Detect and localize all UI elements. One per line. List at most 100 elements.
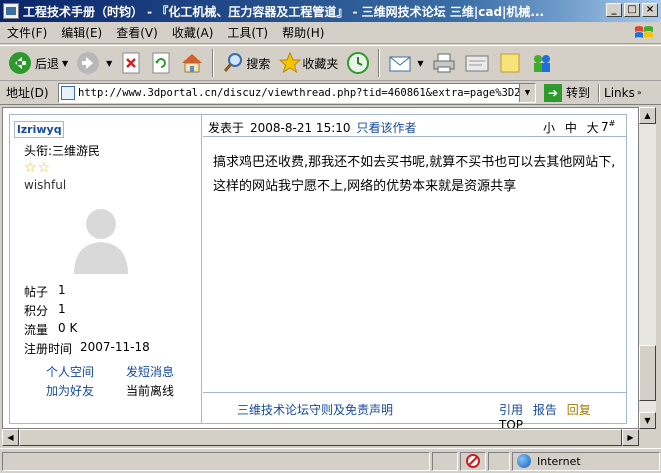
home-icon xyxy=(182,54,203,73)
quote-link[interactable]: 引用 xyxy=(499,403,523,417)
search-icon xyxy=(224,53,243,72)
back-label: 后退 xyxy=(35,56,60,71)
popup-blocked-icon xyxy=(466,454,480,468)
favorites-star-icon xyxy=(279,51,302,74)
horizontal-scroll-thumb[interactable] xyxy=(19,429,622,446)
address-bar: 地址(D) http://www.3dportal.cn/discuz/view… xyxy=(0,81,661,105)
horizontal-scrollbar[interactable]: ◀ ▶ xyxy=(2,429,639,446)
top-link[interactable]: TOP xyxy=(499,418,523,428)
font-size-switcher[interactable]: 小 中 大 xyxy=(543,119,599,136)
edit-button[interactable] xyxy=(460,48,494,78)
stat-registered-value: 2007-11-18 xyxy=(80,340,150,354)
user-rank: 头衔:三维游民 xyxy=(24,144,101,158)
home-button[interactable] xyxy=(176,48,208,78)
default-avatar-icon xyxy=(74,209,128,274)
toolbar-separator xyxy=(378,49,381,77)
status-pane xyxy=(432,451,458,471)
add-friend-link[interactable]: 加为好友 xyxy=(46,382,94,399)
mail-button[interactable]: ▼ xyxy=(384,48,427,78)
rank-stars-icon: ☆☆ xyxy=(24,160,52,176)
scroll-right-arrow-icon[interactable]: ▶ xyxy=(622,429,639,446)
scroll-down-arrow-icon[interactable]: ▼ xyxy=(639,412,656,429)
links-button[interactable]: Links xyxy=(604,86,635,100)
send-pm-link[interactable]: 发短消息 xyxy=(126,363,174,380)
user-info-panel: lzriwyq 头衔:三维游民 ☆☆ wishful 帖子 1 积分 1 流量 … xyxy=(10,115,202,423)
ie-page-icon xyxy=(3,3,19,19)
messenger-icon xyxy=(533,55,550,72)
address-dropdown-icon[interactable]: ▼ xyxy=(519,83,535,102)
forum-rules-link[interactable]: 三维技术论坛守则及免责声明 xyxy=(237,401,393,418)
status-text-pane xyxy=(2,451,430,471)
scroll-up-arrow-icon[interactable]: ▲ xyxy=(639,107,656,124)
status-pane xyxy=(460,451,486,471)
page-viewport: lzriwyq 头衔:三维游民 ☆☆ wishful 帖子 1 积分 1 流量 … xyxy=(2,107,639,429)
go-button[interactable]: ➔ 转到 xyxy=(544,83,591,102)
stat-posts-label: 帖子 xyxy=(24,285,49,299)
vertical-scrollbar[interactable]: ▲ ▼ xyxy=(639,107,656,429)
refresh-button[interactable] xyxy=(146,48,176,78)
scroll-left-arrow-icon[interactable]: ◀ xyxy=(2,429,19,446)
personal-space-link[interactable]: 个人空间 xyxy=(46,363,94,380)
post-footer: 三维技术论坛守则及免责声明 引用 报告 回复 TOP xyxy=(203,392,626,428)
maximize-button[interactable]: □ xyxy=(624,3,640,17)
author-only-link[interactable]: 只看该作者 xyxy=(357,121,417,135)
post-message: 搞求鸡巴还收费,那我还不如去买书呢,就算不买书也可以去其他网站下,这样的网站我宁… xyxy=(213,155,616,194)
reply-link[interactable]: 回复 xyxy=(567,403,591,417)
discuss-button[interactable] xyxy=(494,48,526,78)
stat-points-value: 1 xyxy=(58,302,66,316)
post-meta: 发表于 2008-8-21 15:10 只看该作者 xyxy=(208,119,417,136)
post-body-panel: 发表于 2008-8-21 15:10 只看该作者 小 中 大 7# 搞求鸡巴还收费… xyxy=(203,115,626,428)
window-controls: _ □ × xyxy=(606,3,658,17)
menu-view[interactable]: 查看(V) xyxy=(109,24,165,41)
print-button[interactable] xyxy=(428,48,460,78)
menu-bar: 文件(F) 编辑(E) 查看(V) 收藏(A) 工具(T) 帮助(H) xyxy=(0,22,661,44)
menu-edit[interactable]: 编辑(E) xyxy=(54,24,109,41)
forward-button[interactable]: ▼ xyxy=(72,48,116,78)
history-button[interactable] xyxy=(342,48,374,78)
go-label: 转到 xyxy=(566,86,591,100)
menu-file[interactable]: 文件(F) xyxy=(0,24,54,41)
report-link[interactable]: 报告 xyxy=(533,403,557,417)
menu-tools[interactable]: 工具(T) xyxy=(220,24,275,41)
online-status: 当前离线 xyxy=(126,384,175,398)
floor-mark: # xyxy=(608,119,616,128)
favorites-button[interactable]: 收藏夹 xyxy=(274,48,342,78)
printer-icon xyxy=(433,53,455,73)
floor-number: 7 xyxy=(601,120,609,134)
page-favicon-icon xyxy=(61,85,75,100)
standard-toolbar: 后退 ▼ ▼ 搜索 收藏夹 ▼ xyxy=(0,45,661,81)
stat-posts-value: 1 xyxy=(58,283,66,297)
address-url: http://www.3dportal.cn/discuz/viewthread… xyxy=(78,86,521,99)
user-tagline: wishful xyxy=(24,178,67,192)
stop-button[interactable] xyxy=(116,48,146,78)
menu-help[interactable]: 帮助(H) xyxy=(275,24,331,41)
window-titlebar: 工程技术手册（时钧） - 『化工机械、压力容器及工程管道』 - 三维网技术论坛 … xyxy=(0,0,661,22)
post-username[interactable]: lzriwyq xyxy=(14,121,64,138)
links-chevron-icon[interactable]: » xyxy=(637,88,642,97)
forward-arrow-icon xyxy=(77,52,100,74)
mail-dropdown-icon[interactable]: ▼ xyxy=(417,59,423,68)
search-label: 搜索 xyxy=(246,56,271,71)
links-separator xyxy=(598,84,600,102)
menu-favorites[interactable]: 收藏(A) xyxy=(165,24,221,41)
internet-globe-icon xyxy=(517,454,531,468)
stat-registered: 注册时间 2007-11-18 xyxy=(24,340,150,357)
refresh-icon xyxy=(152,52,170,74)
window-title: 工程技术手册（时钧） - 『化工机械、压力容器及工程管道』 - 三维网技术论坛 … xyxy=(23,4,545,19)
mail-icon xyxy=(389,56,411,72)
address-input[interactable]: http://www.3dportal.cn/discuz/viewthread… xyxy=(58,82,536,103)
note-icon xyxy=(500,53,520,73)
minimize-button[interactable]: _ xyxy=(606,3,622,17)
back-dropdown-icon[interactable]: ▼ xyxy=(62,59,68,68)
stop-icon xyxy=(122,52,140,74)
forward-dropdown-icon[interactable]: ▼ xyxy=(106,59,112,68)
messenger-button[interactable] xyxy=(526,48,558,78)
history-icon xyxy=(347,52,370,74)
stat-traffic: 流量 0 K xyxy=(24,321,77,338)
stat-registered-label: 注册时间 xyxy=(24,342,73,356)
close-button[interactable]: × xyxy=(642,3,658,17)
status-pane xyxy=(488,451,510,471)
back-button[interactable]: 后退 ▼ xyxy=(4,48,72,78)
vertical-scroll-thumb[interactable] xyxy=(639,345,656,401)
search-button[interactable]: 搜索 xyxy=(218,48,274,78)
